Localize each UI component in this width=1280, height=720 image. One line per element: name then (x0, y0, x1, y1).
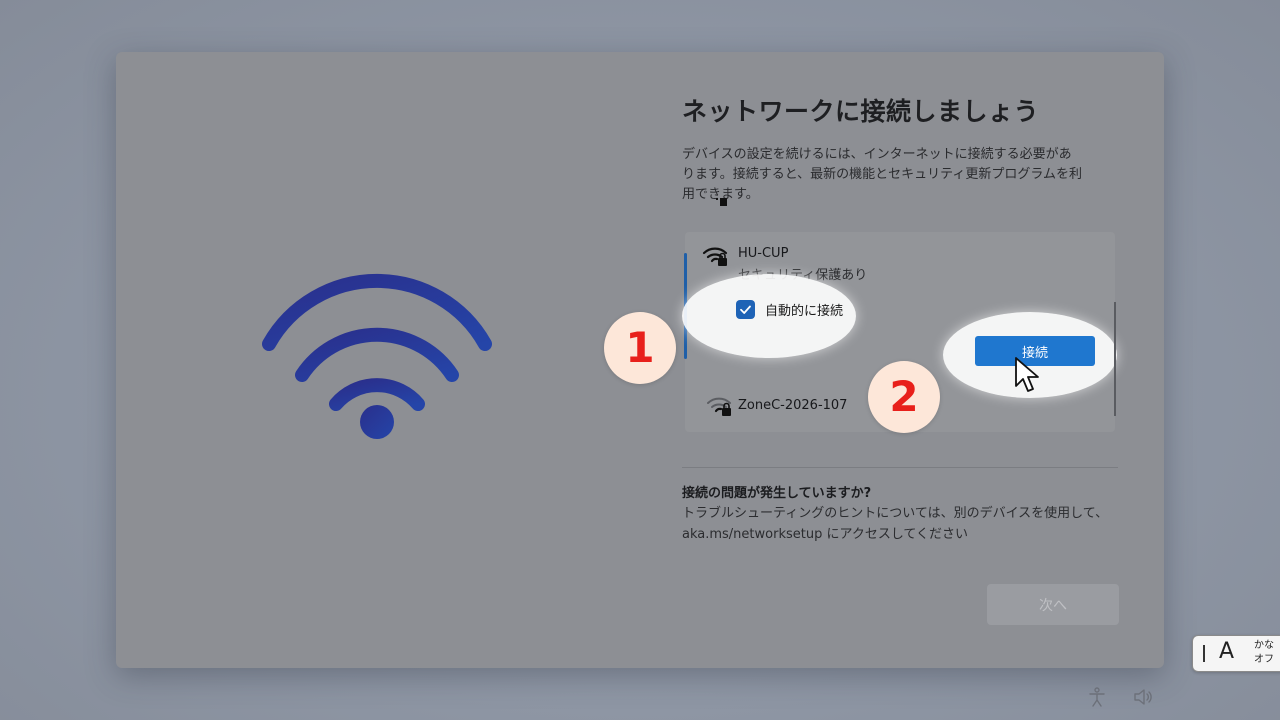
mouse-cursor-icon (1015, 357, 1039, 392)
help-body: トラブルシューティングのヒントについては、別のデバイスを使用して、aka.ms/… (682, 506, 1109, 542)
network-list-scrollbar[interactable] (1114, 302, 1116, 416)
auto-connect-label: 自動的に接続 (765, 304, 844, 319)
volume-icon[interactable] (1132, 686, 1154, 708)
page-subtitle: デバイスの設定を続けるには、インターネットに接続する必要があります。接続すると、… (682, 147, 1083, 202)
wifi-lock-icon (702, 247, 728, 266)
step-badge-2: 2 (868, 361, 940, 433)
next-button[interactable]: 次へ (987, 584, 1119, 625)
network-name[interactable]: ZoneC-2026-107 (738, 398, 847, 413)
setup-dialog: ネットワークに接続しましょう デバイスの設定を続けるには、インターネットに接続す… (116, 52, 1164, 668)
ime-kana-label: かな オフ (1250, 639, 1278, 667)
accessibility-icon[interactable] (1086, 686, 1108, 708)
network-name: HU-CUP (738, 246, 789, 261)
checkmark-icon (740, 305, 751, 314)
ime-kana-state: オフ (1254, 654, 1274, 665)
divider (682, 467, 1118, 468)
wifi-lock-icon (707, 397, 731, 416)
ime-handle[interactable] (1203, 645, 1205, 662)
ime-kana-text: かな (1254, 640, 1274, 651)
ime-mode-label: A (1219, 639, 1235, 664)
auto-connect-checkbox[interactable] (736, 300, 755, 319)
page-title: ネットワークに接続しましょう (682, 97, 1040, 126)
lock-icon (716, 198, 727, 206)
help-title: 接続の問題が発生していますか? (682, 486, 872, 501)
step-badge-1: 1 (604, 312, 676, 384)
ime-mode-indicator[interactable]: A かなオフ (1192, 635, 1280, 672)
wifi-illustration-icon (262, 274, 492, 439)
